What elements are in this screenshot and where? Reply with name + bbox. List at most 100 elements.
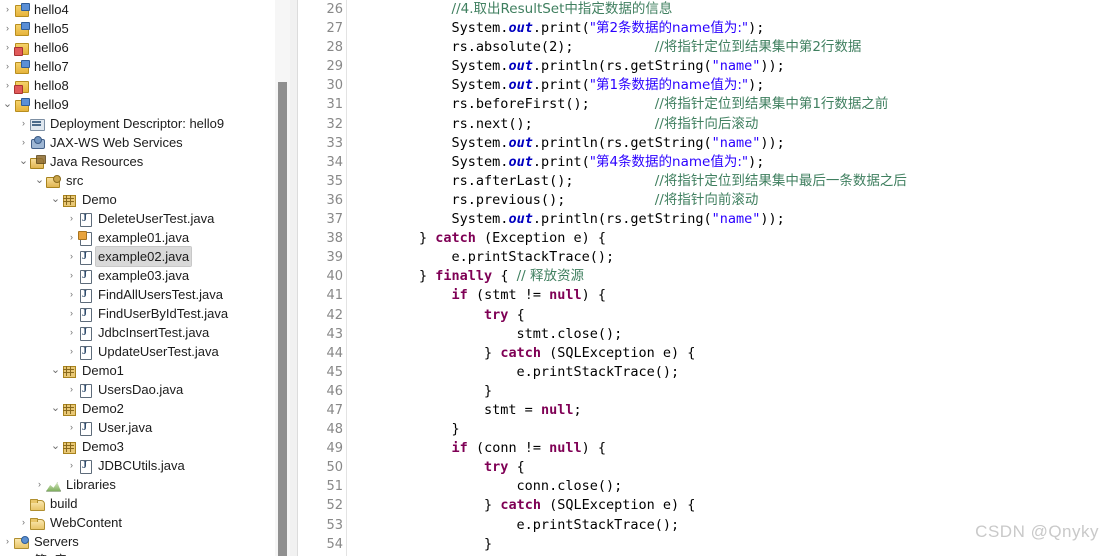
- chevron-right-icon[interactable]: ›: [2, 38, 13, 57]
- chevron-right-icon[interactable]: ›: [66, 456, 77, 475]
- line-source: stmt.close();: [354, 325, 623, 344]
- tree-item-finduserbyidtest-java[interactable]: › FindUserByIdTest.java: [0, 304, 290, 323]
- code-line[interactable]: 43 stmt.close();: [290, 325, 1113, 344]
- code-line[interactable]: 42 try {: [290, 306, 1113, 325]
- chevron-down-icon[interactable]: ⌄: [2, 95, 13, 114]
- code-line[interactable]: 49 if (conn != null) {: [290, 439, 1113, 458]
- chevron-right-icon[interactable]: ›: [66, 304, 77, 323]
- code-editor-panel[interactable]: 26 //4.取出ResultSet中指定数据的信息 27 System.out.…: [290, 0, 1113, 556]
- tree-item-hello6[interactable]: › hello6: [0, 38, 290, 57]
- chevron-right-icon[interactable]: ›: [66, 285, 77, 304]
- tree-item-demo1[interactable]: ⌄ Demo1: [0, 361, 290, 380]
- tree-item-example01-java[interactable]: › example01.java: [0, 228, 290, 247]
- chevron-right-icon[interactable]: ›: [2, 0, 13, 19]
- code-line[interactable]: 46 }: [290, 382, 1113, 401]
- tree-item-updateusertest-java[interactable]: › UpdateUserTest.java: [0, 342, 290, 361]
- chevron-down-icon[interactable]: ⌄: [34, 171, 45, 190]
- sidebar-scrollbar-thumb[interactable]: [278, 82, 287, 556]
- chevron-right-icon[interactable]: ›: [2, 19, 13, 38]
- code-line[interactable]: 36 rs.previous(); //将指针向前滚动: [290, 191, 1113, 210]
- project-tree[interactable]: › hello4 › hello5 › hello6 › hello7 › hello8 ⌄ hell…: [0, 0, 290, 556]
- chevron-down-icon[interactable]: ⌄: [50, 399, 61, 418]
- code-line[interactable]: 52 } catch (SQLException e) {: [290, 496, 1113, 515]
- tree-item-jdbcutils-java[interactable]: › JDBCUtils.java: [0, 456, 290, 475]
- chevron-down-icon[interactable]: ⌄: [50, 190, 61, 209]
- code-line[interactable]: 41 if (stmt != null) {: [290, 286, 1113, 305]
- java-file-icon: [77, 306, 93, 322]
- code-line[interactable]: 45 e.printStackTrace();: [290, 363, 1113, 382]
- tree-item-servers[interactable]: › Servers: [0, 532, 290, 551]
- code-line[interactable]: 27 System.out.print("第2条数据的name值为:");: [290, 19, 1113, 38]
- chevron-right-icon[interactable]: ›: [18, 513, 29, 532]
- code-line[interactable]: 51 conn.close();: [290, 477, 1113, 496]
- tree-item-deployment-descriptor-hello9[interactable]: › Deployment Descriptor: hello9: [0, 114, 290, 133]
- chevron-right-icon[interactable]: ›: [66, 247, 77, 266]
- tree-item-user-java[interactable]: › User.java: [0, 418, 290, 437]
- code-line[interactable]: 33 System.out.println(rs.getString("name…: [290, 134, 1113, 153]
- tree-item-src[interactable]: ⌄ src: [0, 171, 290, 190]
- code-line[interactable]: 38 } catch (Exception e) {: [290, 229, 1113, 248]
- line-number: 39: [326, 250, 343, 266]
- tree-item-hello5[interactable]: › hello5: [0, 19, 290, 38]
- code-line[interactable]: 39 e.printStackTrace();: [290, 248, 1113, 267]
- code-line[interactable]: 26 //4.取出ResultSet中指定数据的信息: [290, 0, 1113, 19]
- tree-item-findalluserstest-java[interactable]: › FindAllUsersTest.java: [0, 285, 290, 304]
- chevron-right-icon[interactable]: ›: [2, 76, 13, 95]
- tree-item-hello7[interactable]: › hello7: [0, 57, 290, 76]
- line-number: 35: [326, 173, 343, 189]
- code-line[interactable]: 32 rs.next(); //将指针向后滚动: [290, 115, 1113, 134]
- chevron-right-icon[interactable]: ›: [66, 228, 77, 247]
- code-line[interactable]: 30 System.out.print("第1条数据的name值为:");: [290, 76, 1113, 95]
- tree-item-java-resources[interactable]: ⌄ Java Resources: [0, 152, 290, 171]
- chevron-down-icon[interactable]: ⌄: [50, 437, 61, 456]
- tree-item-hello8[interactable]: › hello8: [0, 76, 290, 95]
- code-line[interactable]: 35 rs.afterLast(); //将指针定位到结果集中最后一条数据之后: [290, 172, 1113, 191]
- chevron-right-icon[interactable]: ›: [18, 114, 29, 133]
- editor-code-area[interactable]: 26 //4.取出ResultSet中指定数据的信息 27 System.out.…: [290, 0, 1113, 556]
- chevron-right-icon[interactable]: ›: [66, 323, 77, 342]
- tree-item-example03-java[interactable]: › example03.java: [0, 266, 290, 285]
- code-line[interactable]: 54 }: [290, 535, 1113, 554]
- tree-item-example02-java[interactable]: › example02.java: [0, 246, 290, 267]
- chevron-right-icon[interactable]: ›: [2, 57, 13, 76]
- tree-item-hello9[interactable]: ⌄ hello9: [0, 95, 290, 114]
- chevron-right-icon[interactable]: ›: [2, 551, 13, 556]
- code-line[interactable]: 48 }: [290, 420, 1113, 439]
- chevron-right-icon[interactable]: ›: [66, 266, 77, 285]
- chevron-down-icon[interactable]: ⌄: [50, 361, 61, 380]
- tree-item-demo3[interactable]: ⌄ Demo3: [0, 437, 290, 456]
- tree-item-9[interactable]: › 第9章: [0, 551, 290, 556]
- code-line[interactable]: 44 } catch (SQLException e) {: [290, 344, 1113, 363]
- line-source: System.out.print("第1条数据的name值为:");: [354, 76, 765, 95]
- package-explorer-panel[interactable]: › hello4 › hello5 › hello6 › hello7 › hello8 ⌄ hell…: [0, 0, 290, 556]
- tree-item-jdbcinserttest-java[interactable]: › JdbcInsertTest.java: [0, 323, 290, 342]
- chevron-right-icon[interactable]: ›: [66, 342, 77, 361]
- tree-item-label: WebContent: [50, 515, 123, 530]
- tree-item-hello4[interactable]: › hello4: [0, 0, 290, 19]
- chevron-right-icon[interactable]: ›: [18, 133, 29, 152]
- code-line[interactable]: 31 rs.beforeFirst(); //将指针定位到结果集中第1行数据之前: [290, 95, 1113, 114]
- chevron-right-icon[interactable]: ›: [66, 418, 77, 437]
- sidebar-vertical-scrollbar[interactable]: [275, 0, 290, 556]
- chevron-right-icon[interactable]: ›: [66, 380, 77, 399]
- code-line[interactable]: 50 try {: [290, 458, 1113, 477]
- code-line[interactable]: 29 System.out.println(rs.getString("name…: [290, 57, 1113, 76]
- tree-item-demo2[interactable]: ⌄ Demo2: [0, 399, 290, 418]
- code-line[interactable]: 47 stmt = null;: [290, 401, 1113, 420]
- tree-item-webcontent[interactable]: › WebContent: [0, 513, 290, 532]
- chevron-right-icon[interactable]: ›: [2, 532, 13, 551]
- tree-item-deleteusertest-java[interactable]: › DeleteUserTest.java: [0, 209, 290, 228]
- code-line[interactable]: 28 rs.absolute(2); //将指针定位到结果集中第2行数据: [290, 38, 1113, 57]
- tree-item-demo[interactable]: ⌄ Demo: [0, 190, 290, 209]
- chevron-right-icon[interactable]: ›: [34, 475, 45, 494]
- tree-item-usersdao-java[interactable]: › UsersDao.java: [0, 380, 290, 399]
- tree-item-build[interactable]: build: [0, 494, 290, 513]
- tree-item-libraries[interactable]: › Libraries: [0, 475, 290, 494]
- code-line[interactable]: 34 System.out.print("第4条数据的name值为:");: [290, 153, 1113, 172]
- chevron-down-icon[interactable]: ⌄: [18, 152, 29, 171]
- code-line[interactable]: 40 } finally { // 释放资源: [290, 267, 1113, 286]
- code-line[interactable]: 53 e.printStackTrace();: [290, 516, 1113, 535]
- code-line[interactable]: 37 System.out.println(rs.getString("name…: [290, 210, 1113, 229]
- chevron-right-icon[interactable]: ›: [66, 209, 77, 228]
- tree-item-jax-ws-web-services[interactable]: › JAX-WS Web Services: [0, 133, 290, 152]
